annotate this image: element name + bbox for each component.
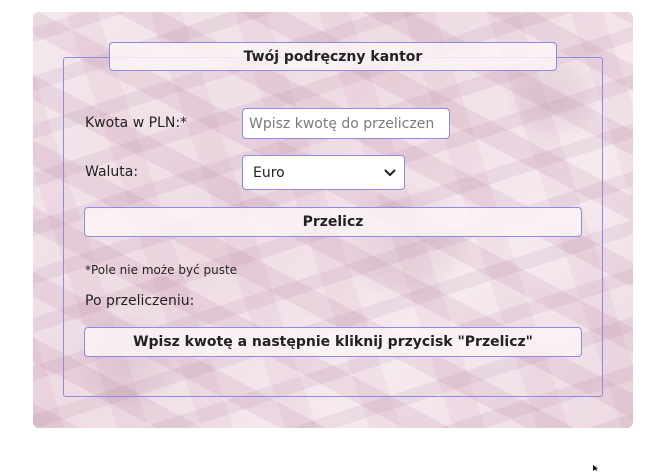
form-title: Twój podręczny kantor [109,42,557,71]
convert-button[interactable]: Przelicz [84,207,582,237]
required-note: *Pole nie może być puste [85,263,238,277]
currency-label: Waluta: [85,164,139,180]
mouse-cursor-icon [593,456,599,475]
currency-selected-value: Euro [253,164,285,181]
chevron-down-icon [384,169,396,177]
currency-select[interactable]: Euro [242,155,405,190]
result-output: Wpisz kwotę a następnie kliknij przycisk… [84,327,582,357]
amount-label: Kwota w PLN:* [85,115,188,131]
amount-input[interactable] [242,108,450,139]
result-label: Po przeliczeniu: [85,293,195,309]
